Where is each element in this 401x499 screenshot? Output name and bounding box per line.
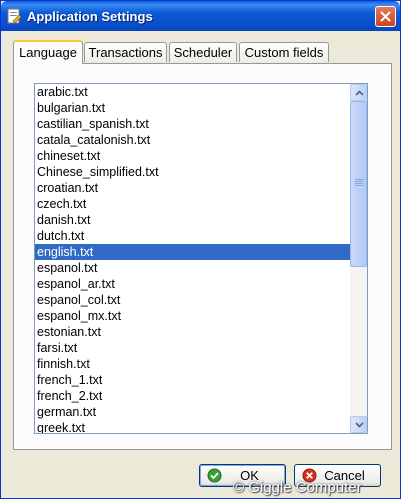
grip-line-icon — [355, 179, 363, 180]
tab-scheduler[interactable]: Scheduler — [169, 42, 237, 62]
scroll-thumb[interactable] — [350, 101, 367, 267]
list-items: arabic.txt bulgarian.txt castilian_spanish… — [35, 84, 351, 433]
tab-transactions[interactable]: Transactions — [84, 42, 167, 62]
list-item[interactable]: catala_catalonish.txt — [35, 132, 351, 148]
watermark-text: © Giggle Computer — [233, 479, 362, 496]
title-bar[interactable]: Application Settings — [1, 1, 400, 31]
close-button[interactable] — [375, 6, 396, 27]
tab-scheduler-label: Scheduler — [173, 45, 233, 60]
settings-dialog: Application Settings Language Transactio… — [0, 0, 401, 499]
list-item[interactable]: english.txt — [35, 244, 351, 260]
list-item[interactable]: dutch.txt — [35, 228, 351, 244]
list-item[interactable]: estonian.txt — [35, 324, 351, 340]
tab-language[interactable]: Language — [13, 40, 83, 64]
list-item[interactable]: french_1.txt — [35, 372, 351, 388]
language-file-list[interactable]: arabic.txt bulgarian.txt castilian_spanish… — [34, 83, 368, 434]
window-title: Application Settings — [27, 9, 153, 24]
list-item[interactable]: german.txt — [35, 404, 351, 420]
language-tab-panel: arabic.txt bulgarian.txt castilian_spanish… — [13, 63, 392, 450]
list-item[interactable]: arabic.txt — [35, 84, 351, 100]
scroll-down-button[interactable] — [350, 416, 367, 433]
list-item[interactable]: castilian_spanish.txt — [35, 116, 351, 132]
tab-custom-fields-label: Custom fields — [244, 45, 324, 60]
list-item[interactable]: espanol_mx.txt — [35, 308, 351, 324]
close-icon — [380, 11, 391, 22]
grip-line-icon — [355, 183, 363, 184]
tab-transactions-label: Transactions — [88, 45, 163, 60]
list-item[interactable]: espanol_col.txt — [35, 292, 351, 308]
chevron-up-icon — [355, 90, 364, 96]
tab-custom-fields[interactable]: Custom fields — [239, 42, 329, 62]
list-item[interactable]: greek.txt — [35, 420, 351, 433]
list-item[interactable]: croatian.txt — [35, 180, 351, 196]
list-item[interactable]: farsi.txt — [35, 340, 351, 356]
list-item[interactable]: czech.txt — [35, 196, 351, 212]
grip-line-icon — [355, 185, 363, 186]
chevron-down-icon — [355, 422, 364, 428]
list-item[interactable]: bulgarian.txt — [35, 100, 351, 116]
scroll-up-button[interactable] — [350, 84, 367, 101]
list-item[interactable]: danish.txt — [35, 212, 351, 228]
tab-language-label: Language — [19, 45, 77, 60]
list-item[interactable]: chineset.txt — [35, 148, 351, 164]
vertical-scrollbar[interactable] — [350, 84, 367, 433]
settings-app-icon — [7, 8, 22, 24]
grip-line-icon — [355, 181, 363, 182]
list-item[interactable]: finnish.txt — [35, 356, 351, 372]
list-item[interactable]: espanol_ar.txt — [35, 276, 351, 292]
list-item[interactable]: french_2.txt — [35, 388, 351, 404]
list-item[interactable]: espanol.txt — [35, 260, 351, 276]
list-item[interactable]: Chinese_simplified.txt — [35, 164, 351, 180]
